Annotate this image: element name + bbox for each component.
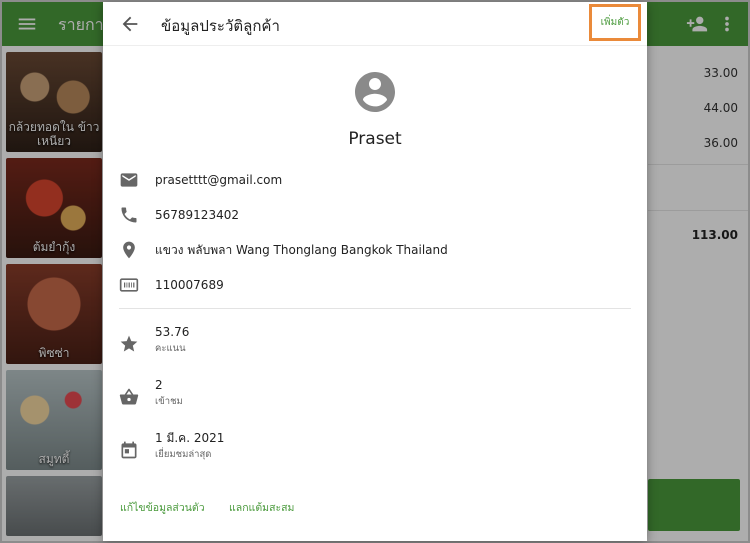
barcode-card-icon bbox=[119, 278, 139, 292]
section-divider bbox=[119, 308, 631, 309]
email-row: prasetttt@gmail.com bbox=[119, 168, 282, 192]
dialog-title: ข้อมูลประวัติลูกค้า bbox=[161, 17, 280, 35]
add-button[interactable]: เพิ่มตัว bbox=[589, 4, 641, 41]
visits-stat: 2 เข้าชม bbox=[119, 377, 183, 409]
account-circle-icon bbox=[355, 72, 395, 112]
member-id-row: 110007689 bbox=[119, 273, 224, 297]
star-icon bbox=[120, 335, 138, 352]
back-arrow-icon[interactable] bbox=[119, 13, 141, 35]
customer-name: Praset bbox=[348, 129, 402, 149]
phone-row: 56789123402 bbox=[119, 203, 239, 227]
customer-profile-dialog: ข้อมูลประวัติลูกค้า เพิ่มตัว Praset pras… bbox=[103, 2, 647, 541]
redeem-points-link[interactable]: แลกแต้มสะสม bbox=[229, 499, 294, 516]
visits-label: เข้าชม bbox=[155, 396, 183, 407]
edit-profile-link[interactable]: แก้ไขข้อมูลส่วนตัว bbox=[120, 499, 205, 516]
points-stat: 53.76 คะแนน bbox=[119, 324, 189, 356]
address-row: แขวง พลับพลา Wang Thonglang Bangkok Thai… bbox=[119, 238, 448, 262]
location-pin-icon bbox=[123, 241, 135, 259]
address-text: แขวง พลับพลา Wang Thonglang Bangkok Thai… bbox=[155, 242, 448, 257]
phone-text: 56789123402 bbox=[155, 208, 239, 222]
points-value: 53.76 bbox=[155, 325, 190, 339]
last-visit-label: เยี่ยมชมล่าสุด bbox=[155, 449, 212, 460]
points-label: คะแนน bbox=[155, 343, 186, 354]
email-text: prasetttt@gmail.com bbox=[155, 173, 283, 187]
email-icon bbox=[120, 173, 138, 187]
dialog-header: ข้อมูลประวัติลูกค้า เพิ่มตัว bbox=[103, 2, 647, 46]
member-id-text: 110007689 bbox=[155, 278, 224, 292]
last-visit-stat: 1 มี.ค. 2021 เยี่ยมชมล่าสุด bbox=[119, 430, 224, 462]
basket-icon bbox=[119, 388, 139, 405]
calendar-icon bbox=[121, 441, 137, 459]
visits-value: 2 bbox=[155, 378, 163, 392]
last-visit-value: 1 มี.ค. 2021 bbox=[155, 431, 225, 445]
phone-icon bbox=[121, 207, 137, 223]
